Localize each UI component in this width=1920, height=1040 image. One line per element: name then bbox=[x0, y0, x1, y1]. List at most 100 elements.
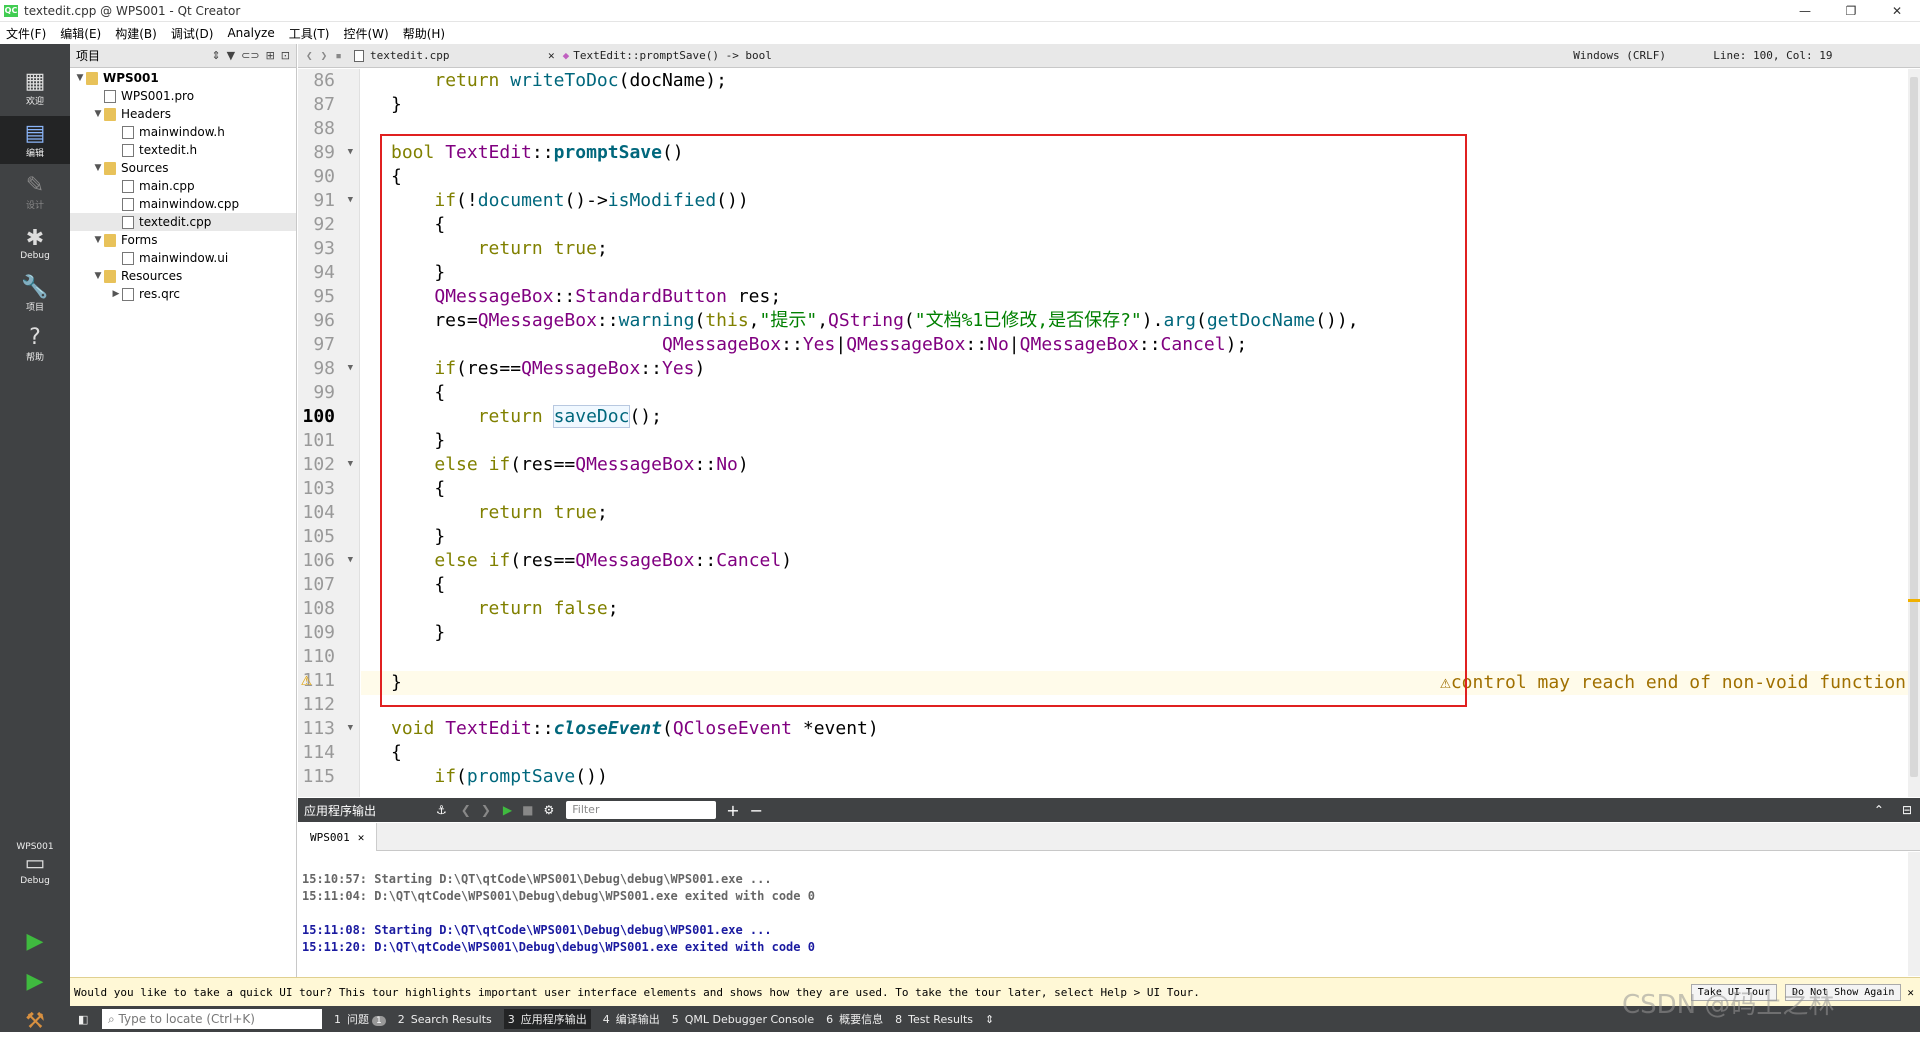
prev-icon[interactable]: ❮ bbox=[461, 803, 471, 817]
tree-item[interactable]: textedit.h bbox=[70, 141, 296, 159]
project-panel: 项目 ⇕ ▼ ⊂⊃ ⊞ ⊡ ▼ WPS001 WPS001.pro ▼ Headers m… bbox=[70, 44, 297, 1006]
menu-help[interactable]: 帮助(H) bbox=[403, 25, 445, 42]
attach-icon[interactable]: ⚓ bbox=[436, 803, 447, 817]
file-icon bbox=[122, 179, 134, 193]
run-icon: ▶ bbox=[26, 929, 44, 954]
restore-icon[interactable]: ❐ bbox=[1828, 0, 1874, 22]
mode-welcome[interactable]: ▦ 欢迎 bbox=[0, 64, 70, 112]
log-line: 15:10:57: Starting D:\QT\qtCode\WPS001\D… bbox=[302, 872, 772, 886]
locator-input[interactable]: ⌕ Type to locate (Ctrl+K) bbox=[102, 1009, 322, 1029]
open-file-combo[interactable]: textedit.cpp bbox=[370, 49, 540, 62]
lock-icon: ▪ bbox=[335, 49, 342, 62]
output-log[interactable]: 15:10:57: Starting D:\QT\qtCode\WPS001\D… bbox=[298, 852, 1908, 976]
fold-marker-icon[interactable]: ▼ bbox=[348, 363, 353, 373]
fold-marker-icon[interactable]: ▼ bbox=[348, 195, 353, 205]
tree-item[interactable]: ▼ Resources bbox=[70, 267, 296, 285]
close-icon[interactable]: ✕ bbox=[1874, 0, 1920, 22]
back-icon[interactable]: ❮ bbox=[306, 49, 313, 62]
zoom-in-icon[interactable]: + bbox=[726, 801, 739, 820]
menu-edit[interactable]: 编辑(E) bbox=[60, 25, 101, 42]
tree-item[interactable]: ▼ WPS001 bbox=[70, 69, 296, 87]
mode-projects[interactable]: 🔧 项目 bbox=[0, 270, 70, 318]
menu-tools[interactable]: 工具(T) bbox=[289, 25, 330, 42]
output-scrollbar[interactable] bbox=[1908, 852, 1920, 976]
settings-gear-icon[interactable]: ⚙ bbox=[543, 803, 554, 817]
mode-edit[interactable]: ▤ 编辑 bbox=[0, 116, 70, 164]
debug-run-button[interactable]: ▶ bbox=[0, 964, 70, 1000]
split-icon[interactable]: ⊞ bbox=[266, 49, 275, 62]
file-icon bbox=[122, 287, 134, 301]
rerun-icon[interactable]: ▶ bbox=[503, 803, 512, 817]
more-tabs-icon[interactable]: ⇕ bbox=[985, 1013, 994, 1026]
mode-help[interactable]: ? 帮助 bbox=[0, 320, 70, 368]
tree-item[interactable]: WPS001.pro bbox=[70, 87, 296, 105]
tree-item-label: mainwindow.h bbox=[139, 125, 225, 139]
expand-arrow-icon[interactable]: ▼ bbox=[92, 109, 104, 119]
menu-analyze[interactable]: Analyze bbox=[227, 26, 274, 40]
title-bar: QC textedit.cpp @ WPS001 - Qt Creator — … bbox=[0, 0, 1920, 22]
tab-test-results[interactable]: 8 Test Results bbox=[895, 1013, 973, 1026]
filter-icon[interactable]: ▼ bbox=[227, 49, 235, 62]
close-pane-icon[interactable]: ⊟ bbox=[1902, 803, 1912, 817]
maximize-pane-icon[interactable]: ⌃ bbox=[1874, 803, 1884, 817]
forward-icon[interactable]: ❯ bbox=[321, 49, 328, 62]
close-file-icon[interactable]: ✕ bbox=[548, 49, 555, 62]
menu-controls[interactable]: 控件(W) bbox=[343, 25, 388, 42]
tree-item[interactable]: main.cpp bbox=[70, 177, 296, 195]
build-button[interactable]: ⚒ bbox=[0, 1004, 70, 1040]
tree-item[interactable]: mainwindow.cpp bbox=[70, 195, 296, 213]
filter-input[interactable]: Filter bbox=[566, 801, 717, 819]
kit-selector[interactable]: WPS001 ▭ Debug bbox=[0, 824, 70, 904]
tree-item[interactable]: textedit.cpp bbox=[70, 213, 296, 231]
warning-icon[interactable]: ⚠ bbox=[301, 669, 312, 690]
view-select-icon[interactable]: ⇕ bbox=[211, 49, 220, 62]
menu-debug[interactable]: 调试(D) bbox=[171, 25, 214, 42]
close-tab-icon[interactable]: ✕ bbox=[358, 831, 365, 844]
fold-marker-icon[interactable]: ▼ bbox=[348, 555, 353, 565]
tree-item[interactable]: ▼ Forms bbox=[70, 231, 296, 249]
editor-toolbar: ❮ ❯ ▪ textedit.cpp ✕ ◆ TextEdit::promptS… bbox=[298, 44, 1920, 68]
tab-compile-output[interactable]: 4 编译输出 bbox=[603, 1011, 660, 1027]
run-button[interactable]: ▶ bbox=[0, 924, 70, 960]
mode-debug[interactable]: ✱ Debug bbox=[0, 220, 70, 268]
line-ending-combo[interactable]: Windows (CRLF) bbox=[1573, 49, 1713, 62]
close-panel-icon[interactable]: ⊡ bbox=[281, 49, 290, 62]
inline-warning[interactable]: ⚠control may reach end of non-void funct… bbox=[1440, 671, 1906, 695]
tab-issues[interactable]: 1 问题 1 bbox=[334, 1011, 386, 1027]
menu-build[interactable]: 构建(B) bbox=[115, 25, 157, 42]
menu-file[interactable]: 文件(F) bbox=[6, 25, 46, 42]
expand-arrow-icon[interactable]: ▼ bbox=[92, 271, 104, 281]
mode-design[interactable]: ✎ 设计 bbox=[0, 168, 70, 216]
tree-item[interactable]: ▼ Headers bbox=[70, 105, 296, 123]
tab-application-output[interactable]: 3 应用程序输出 bbox=[503, 1009, 591, 1029]
tree-item[interactable]: mainwindow.ui bbox=[70, 249, 296, 267]
cursor-position[interactable]: Line: 100, Col: 19 bbox=[1713, 49, 1853, 62]
expand-arrow-icon[interactable]: ▼ bbox=[92, 163, 104, 173]
output-tab-wps001[interactable]: WPS001 ✕ bbox=[298, 823, 378, 851]
log-line: 15:11:08: Starting D:\QT\qtCode\WPS001\D… bbox=[302, 923, 772, 937]
expand-arrow-icon[interactable]: ▼ bbox=[74, 73, 86, 83]
tab-general-messages[interactable]: 6 概要信息 bbox=[826, 1011, 883, 1027]
next-icon[interactable]: ❯ bbox=[481, 803, 491, 817]
issues-count-badge: 1 bbox=[372, 1016, 386, 1026]
tree-item[interactable]: ▼ Sources bbox=[70, 159, 296, 177]
line-number: 96 bbox=[313, 310, 335, 331]
toggle-sidebar-icon[interactable]: ◧ bbox=[78, 1013, 88, 1026]
zoom-out-icon[interactable]: − bbox=[750, 801, 763, 820]
fold-marker-icon[interactable]: ▼ bbox=[348, 459, 353, 469]
editor-scrollbar[interactable] bbox=[1908, 69, 1920, 797]
tab-search-results[interactable]: 2 Search Results bbox=[398, 1013, 492, 1026]
link-icon[interactable]: ⊂⊃ bbox=[241, 49, 259, 62]
tab-qml-debugger[interactable]: 5 QML Debugger Console bbox=[672, 1013, 814, 1026]
tree-item[interactable]: ▶ res.qrc bbox=[70, 285, 296, 303]
expand-arrow-icon[interactable]: ▶ bbox=[110, 289, 122, 299]
fold-marker-icon[interactable]: ▼ bbox=[348, 147, 353, 157]
tree-item[interactable]: mainwindow.h bbox=[70, 123, 296, 141]
close-infobar-icon[interactable]: ✕ bbox=[1907, 986, 1914, 999]
expand-arrow-icon[interactable]: ▼ bbox=[92, 235, 104, 245]
fold-marker-icon[interactable]: ▼ bbox=[348, 723, 353, 733]
minimize-icon[interactable]: — bbox=[1782, 0, 1828, 22]
stop-icon[interactable]: ■ bbox=[522, 803, 533, 817]
scrollbar-thumb[interactable] bbox=[1910, 77, 1918, 777]
symbol-combo[interactable]: TextEdit::promptSave() -> bool bbox=[573, 49, 1573, 62]
